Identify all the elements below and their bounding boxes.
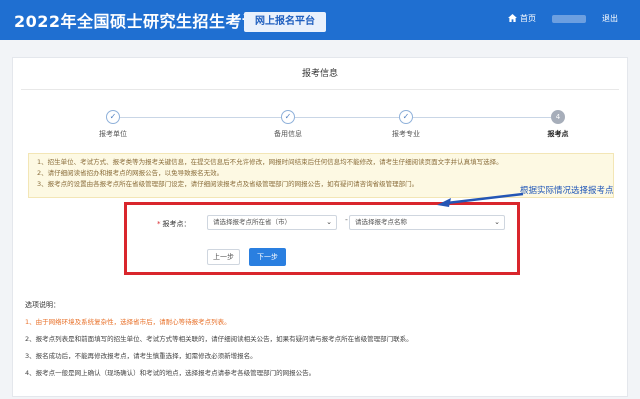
step-2-label: 备用信息 <box>274 130 302 138</box>
next-step-button[interactable]: 下一步 <box>249 248 286 266</box>
step-3-label: 报考专业 <box>392 130 420 138</box>
explanations-title: 选项说明： <box>25 301 60 309</box>
step-1-check-icon: ✓ <box>106 110 120 124</box>
step-connector <box>295 117 399 118</box>
logout-link[interactable]: 退出 <box>602 13 618 24</box>
explanation-item: 1、由于网络环境及系统复杂性，选择省市后，请耐心等待报考点列表。 <box>25 318 231 326</box>
exam-site-selector-panel: * 报考点： 请选择报考点所在省（市） ⌄ - 请选择报考点名称 ⌄ 上一步 下一… <box>124 202 520 275</box>
explanation-item: 4、报考点一般是网上确认（现场确认）和考试的地点，选择报考点请参考各级管理部门的… <box>25 369 316 377</box>
explanation-item: 3、报名成功后，不能再修改报考点，请考生慎重选择，如需修改必须新增报名。 <box>25 352 257 360</box>
home-icon <box>508 14 517 22</box>
province-select[interactable]: 请选择报考点所在省（市） ⌄ <box>207 215 337 230</box>
select-separator: - <box>345 215 348 224</box>
province-select-value: 请选择报考点所在省（市） <box>213 218 291 226</box>
step-2-check-icon: ✓ <box>281 110 295 124</box>
step-3-check-icon: ✓ <box>399 110 413 124</box>
step-1-label: 报考单位 <box>99 130 127 138</box>
annotation-arrow-icon <box>437 192 524 207</box>
annotation-text: 根据实际情况选择报考点 <box>520 186 614 196</box>
registration-card: 报考信息 ✓ ✓ ✓ 4 报考单位 备用信息 报考专业 报考点 1、招生单位、考… <box>12 57 628 397</box>
nav-home-link[interactable]: 首页 <box>508 13 536 24</box>
required-mark: * <box>157 220 161 228</box>
explanation-item: 2、报考点列表是和前面填写的招生单位、考试方式等相关联的，请仔细阅读相关公告，如… <box>25 335 413 343</box>
prev-step-button[interactable]: 上一步 <box>207 249 240 265</box>
step-4-label: 报考点 <box>547 130 569 138</box>
exam-site-label-text: 报考点： <box>162 220 191 228</box>
chevron-down-icon: ⌄ <box>494 218 500 226</box>
brand-title: 2022年全国硕士研究生招生考试 <box>14 12 259 31</box>
title-divider <box>21 89 619 90</box>
notice-line: 1、招生单位、考试方式、报考类等为报考关键信息，在提交信息后不允许修改，网报时间… <box>37 158 503 166</box>
step-4-current: 4 <box>551 110 565 124</box>
notice-line: 2、请仔细阅读省招办和报考点的网报公告，以免导致报名无效。 <box>37 169 224 177</box>
platform-badge: 网上报名平台 <box>244 12 326 32</box>
step-connector <box>413 117 551 118</box>
exam-site-label: * 报考点： <box>157 219 191 229</box>
chevron-down-icon: ⌄ <box>326 218 332 226</box>
exam-site-select[interactable]: 请选择报考点名称 ⌄ <box>349 215 505 230</box>
top-header: 2022年全国硕士研究生招生考试 网上报名平台 首页 退出 <box>0 0 640 40</box>
step-connector <box>120 117 288 118</box>
page-title: 报考信息 <box>301 69 338 79</box>
nav-home-label: 首页 <box>520 14 536 23</box>
exam-site-select-value: 请选择报考点名称 <box>355 218 407 226</box>
username-redacted <box>552 15 586 23</box>
